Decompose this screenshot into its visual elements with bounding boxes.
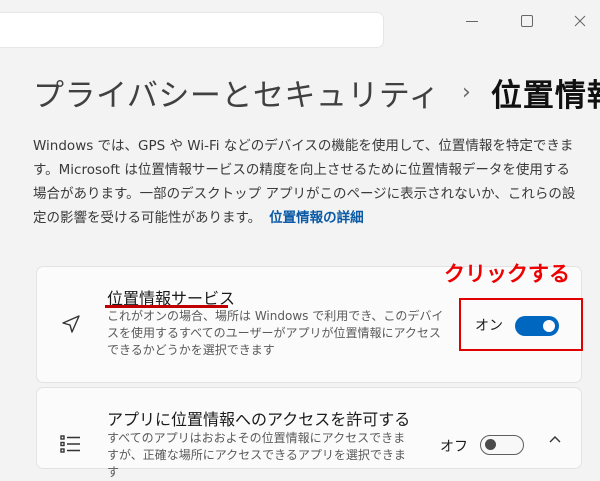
location-details-link[interactable]: 位置情報の詳細 bbox=[269, 210, 364, 226]
minimize-icon bbox=[466, 20, 478, 22]
page-title: 位置情報 bbox=[490, 77, 600, 114]
breadcrumb-parent-link[interactable]: プライバシーとセキュリティ bbox=[33, 70, 440, 115]
minimize-button[interactable] bbox=[450, 8, 494, 34]
toggle-knob bbox=[485, 439, 496, 450]
app-access-title: アプリに位置情報へのアクセスを許可する bbox=[107, 410, 411, 429]
location-service-description: これがオンの場合、場所は Windows で利用でき、このデバイスを使用するすべ… bbox=[107, 309, 444, 357]
app-access-toggle-label: オフ bbox=[440, 439, 468, 455]
maximize-icon bbox=[521, 15, 533, 27]
chevron-up-icon[interactable] bbox=[548, 433, 562, 447]
app-access-toggle[interactable] bbox=[480, 435, 524, 455]
app-access-description: すべてのアプリはおおよその位置情報にアクセスできますが、正確な場所にアクセスでき… bbox=[107, 431, 406, 479]
maximize-button[interactable] bbox=[505, 8, 549, 34]
highlight-box bbox=[459, 298, 583, 351]
search-box[interactable] bbox=[0, 13, 383, 47]
close-icon bbox=[574, 15, 586, 27]
breadcrumb: プライバシーとセキュリティ › 位置情報 bbox=[33, 68, 600, 116]
breadcrumb-separator-icon: › bbox=[462, 79, 471, 105]
click-annotation: クリックする bbox=[444, 262, 570, 286]
title-bar bbox=[0, 0, 600, 47]
location-arrow-icon bbox=[62, 315, 80, 333]
app-list-icon bbox=[60, 435, 80, 453]
page-description: Windows では、GPS や Wi-Fi などのデバイスの機能を使用して、位… bbox=[33, 134, 583, 230]
close-button[interactable] bbox=[558, 8, 600, 34]
